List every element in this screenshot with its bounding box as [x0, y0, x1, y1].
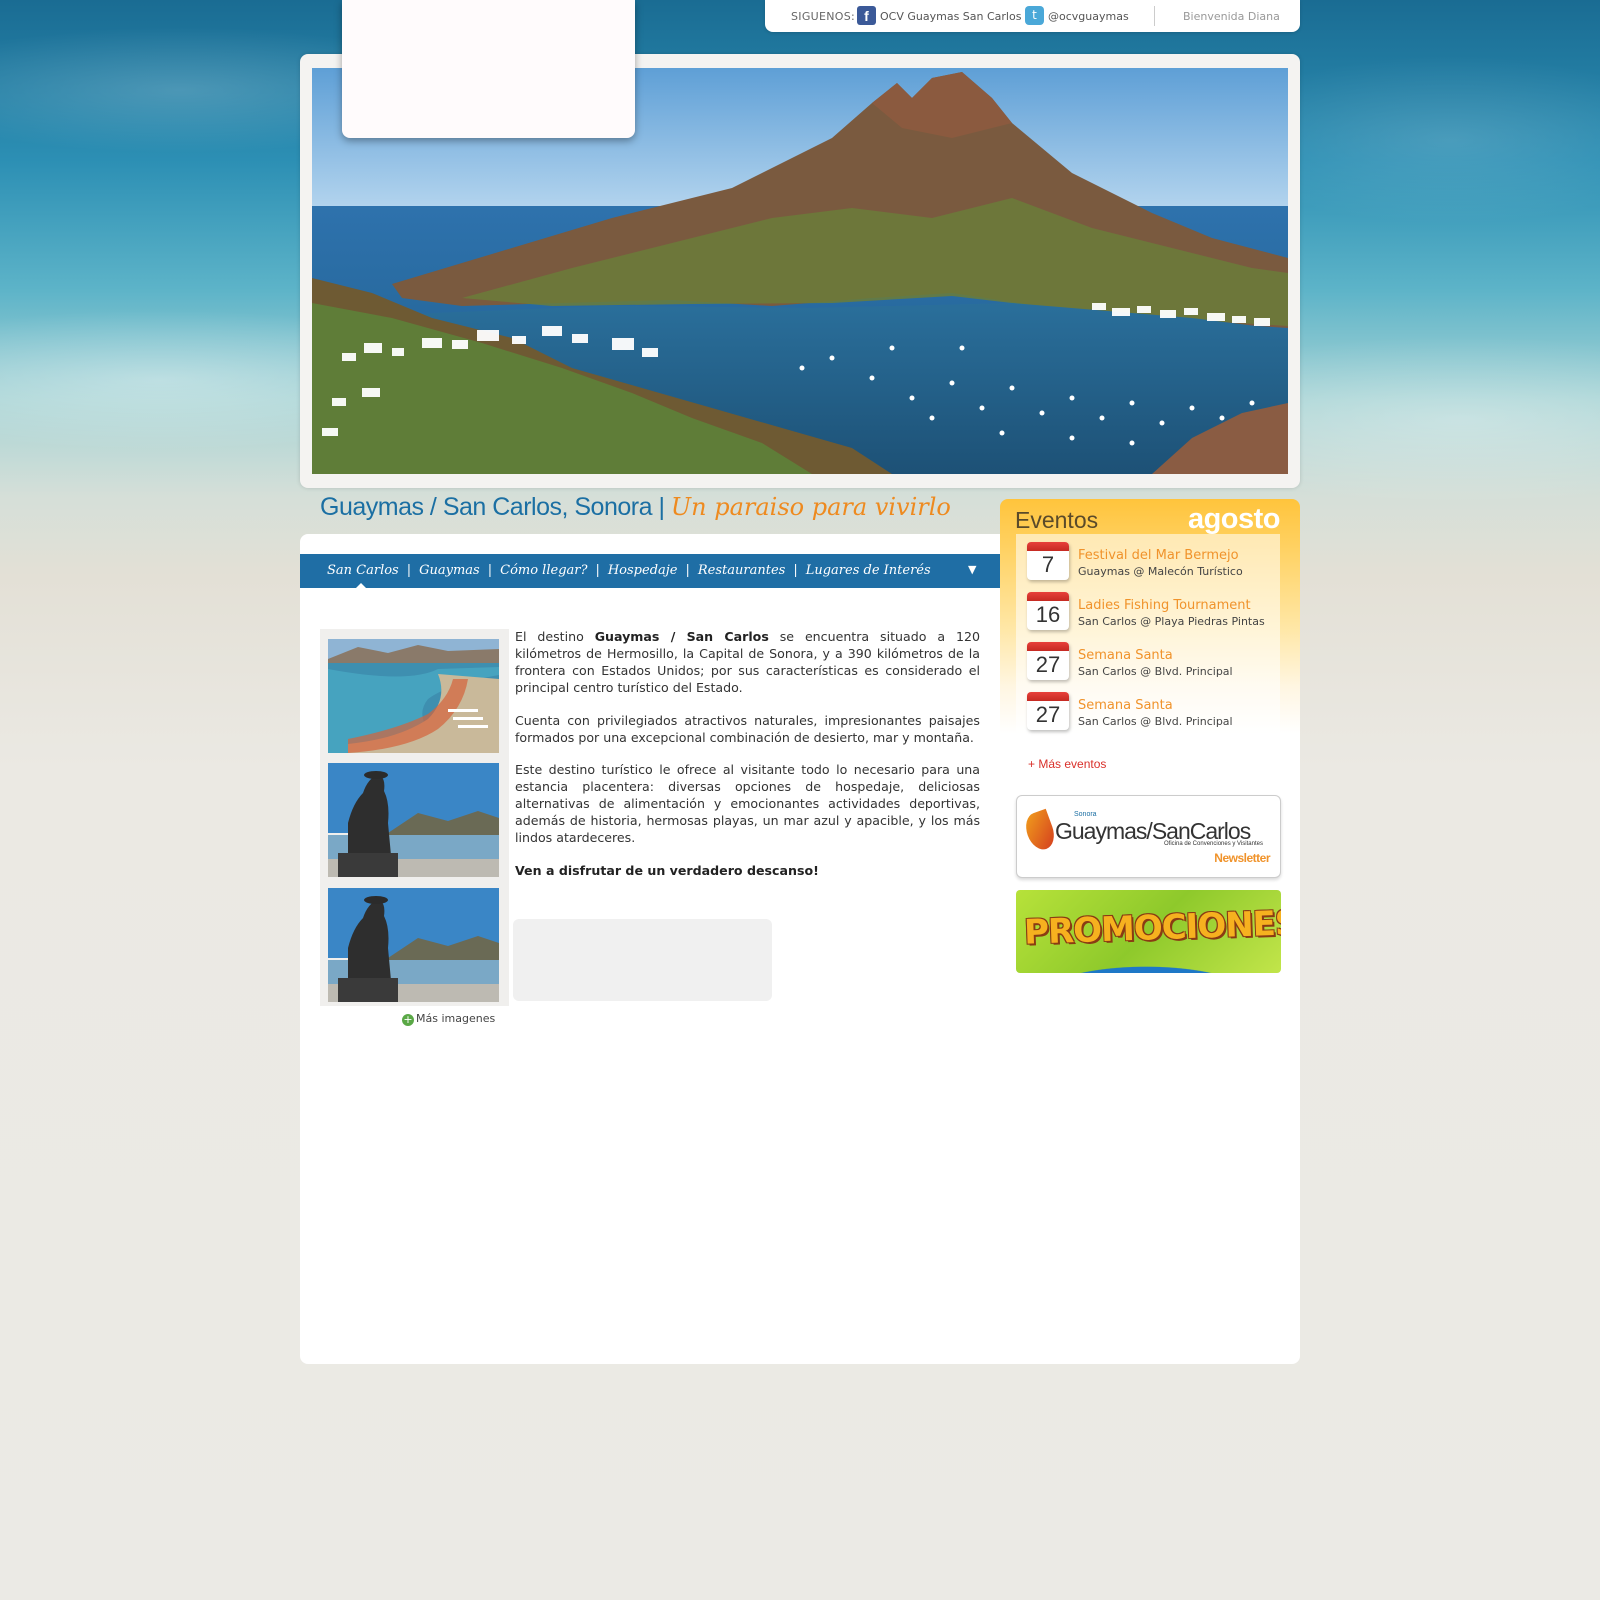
event-place: San Carlos @ Blvd. Principal: [1078, 715, 1233, 728]
paragraph: Este destino turístico le ofrece al visi…: [515, 762, 980, 846]
calendar-icon: 27: [1027, 642, 1069, 680]
more-images-link[interactable]: + Más imagenes: [402, 1012, 495, 1026]
promotions-banner[interactable]: PROMOCIONES: [1016, 890, 1281, 973]
destination-name: Guaymas / San Carlos: [594, 629, 769, 644]
gallery-thumbnail[interactable]: [328, 639, 499, 753]
event-place: San Carlos @ Blvd. Principal: [1078, 665, 1233, 678]
site-logo-placeholder[interactable]: [342, 0, 635, 138]
events-month: agosto: [1187, 503, 1281, 535]
page-title: Guaymas / San Carlos, Sonora | Un parais…: [320, 493, 951, 522]
nav-separator: |: [406, 563, 412, 578]
nav-item-restaurantes[interactable]: Restaurantes: [698, 563, 785, 578]
paragraph: Cuenta con privilegiados atractivos natu…: [515, 712, 980, 745]
main-navigation: San Carlos | Guaymas | Cómo llegar? | Ho…: [300, 554, 1000, 589]
plus-circle-icon: +: [402, 1013, 414, 1026]
events-title: Eventos: [1015, 507, 1099, 533]
event-name[interactable]: Semana Santa: [1078, 648, 1173, 663]
divider: [1154, 6, 1155, 26]
nav-item-como-llegar[interactable]: Cómo llegar?: [500, 563, 587, 578]
event-item[interactable]: 16 Ladies Fishing Tournament San Carlos …: [1027, 592, 1277, 636]
twitter-link[interactable]: @ocvguaymas: [1048, 10, 1129, 23]
events-widget: Eventos agosto 7 Festival del Mar Bermej…: [1000, 499, 1300, 734]
content-placeholder-box: [513, 919, 772, 1001]
event-name[interactable]: Ladies Fishing Tournament: [1078, 598, 1251, 613]
calendar-icon: 16: [1027, 592, 1069, 630]
events-list: 7 Festival del Mar Bermejo Guaymas @ Mal…: [1016, 534, 1280, 732]
facebook-link[interactable]: OCV Guaymas San Carlos: [880, 10, 1021, 23]
more-images-label: Más imagenes: [416, 1012, 496, 1025]
event-day: 27: [1035, 652, 1061, 677]
nav-item-guaymas[interactable]: Guaymas: [419, 563, 480, 578]
follow-label: SIGUENOS:: [791, 10, 856, 23]
nav-separator: |: [685, 563, 690, 578]
more-events-link[interactable]: + Más eventos: [1028, 757, 1106, 771]
welcome-user[interactable]: Bienvenida Diana: [1183, 10, 1280, 23]
calendar-icon: 7: [1027, 542, 1069, 580]
tagline: Un paraiso para vivirlo: [670, 493, 951, 521]
newsletter-banner[interactable]: Sonora Guaymas/SanCarlos Oficina de Conv…: [1016, 795, 1281, 878]
paragraph-text: El destino: [515, 629, 595, 644]
newsletter-subtitle: Oficina de Convenciones y Visitantes: [1164, 841, 1263, 847]
event-day: 27: [1035, 702, 1061, 727]
call-to-action: Ven a disfrutar de un verdadero descanso…: [515, 863, 980, 880]
nav-separator: |: [487, 563, 493, 578]
call-to-action-text: Ven a disfrutar de un verdadero descanso…: [515, 862, 819, 878]
calendar-icon: 27: [1027, 692, 1069, 730]
facebook-icon[interactable]: f: [857, 6, 876, 25]
social-bar: SIGUENOS: f OCV Guaymas San Carlos t @oc…: [765, 0, 1300, 32]
event-item[interactable]: 27 Semana Santa San Carlos @ Blvd. Princ…: [1027, 692, 1277, 736]
event-name[interactable]: Festival del Mar Bermejo: [1078, 548, 1239, 563]
event-name[interactable]: Semana Santa: [1078, 698, 1173, 713]
nav-separator: |: [595, 563, 600, 578]
nav-item-san-carlos[interactable]: San Carlos: [327, 563, 399, 578]
chevron-down-icon[interactable]: ▼: [968, 563, 976, 576]
newsletter-label: Newsletter: [1214, 851, 1270, 865]
nav-item-lugares-de-interes[interactable]: Lugares de Interés: [806, 563, 931, 578]
nav-separator: |: [793, 563, 798, 578]
destination-description: El destino Guaymas / San Carlos se encue…: [515, 629, 980, 896]
event-day: 7: [1041, 552, 1055, 577]
newsletter-sonora: Sonora: [1074, 811, 1097, 818]
event-place: San Carlos @ Playa Piedras Pintas: [1078, 615, 1265, 628]
nav-item-hospedaje[interactable]: Hospedaje: [608, 563, 678, 578]
twitter-icon[interactable]: t: [1025, 6, 1044, 25]
event-item[interactable]: 7 Festival del Mar Bermejo Guaymas @ Mal…: [1027, 542, 1277, 586]
gallery-thumbnail[interactable]: [328, 763, 499, 877]
image-gallery: [320, 629, 509, 1006]
event-item[interactable]: 27 Semana Santa San Carlos @ Blvd. Princ…: [1027, 642, 1277, 686]
brand-logo-icon: [1021, 808, 1059, 854]
paragraph: El destino Guaymas / San Carlos se encue…: [515, 629, 980, 697]
active-nav-indicator: [355, 583, 367, 589]
promotions-label: PROMOCIONES: [1023, 903, 1281, 953]
gallery-thumbnail[interactable]: [328, 888, 499, 1002]
event-day: 16: [1035, 602, 1061, 627]
destination-title: Guaymas / San Carlos, Sonora |: [320, 493, 665, 521]
event-place: Guaymas @ Malecón Turístico: [1078, 565, 1243, 578]
